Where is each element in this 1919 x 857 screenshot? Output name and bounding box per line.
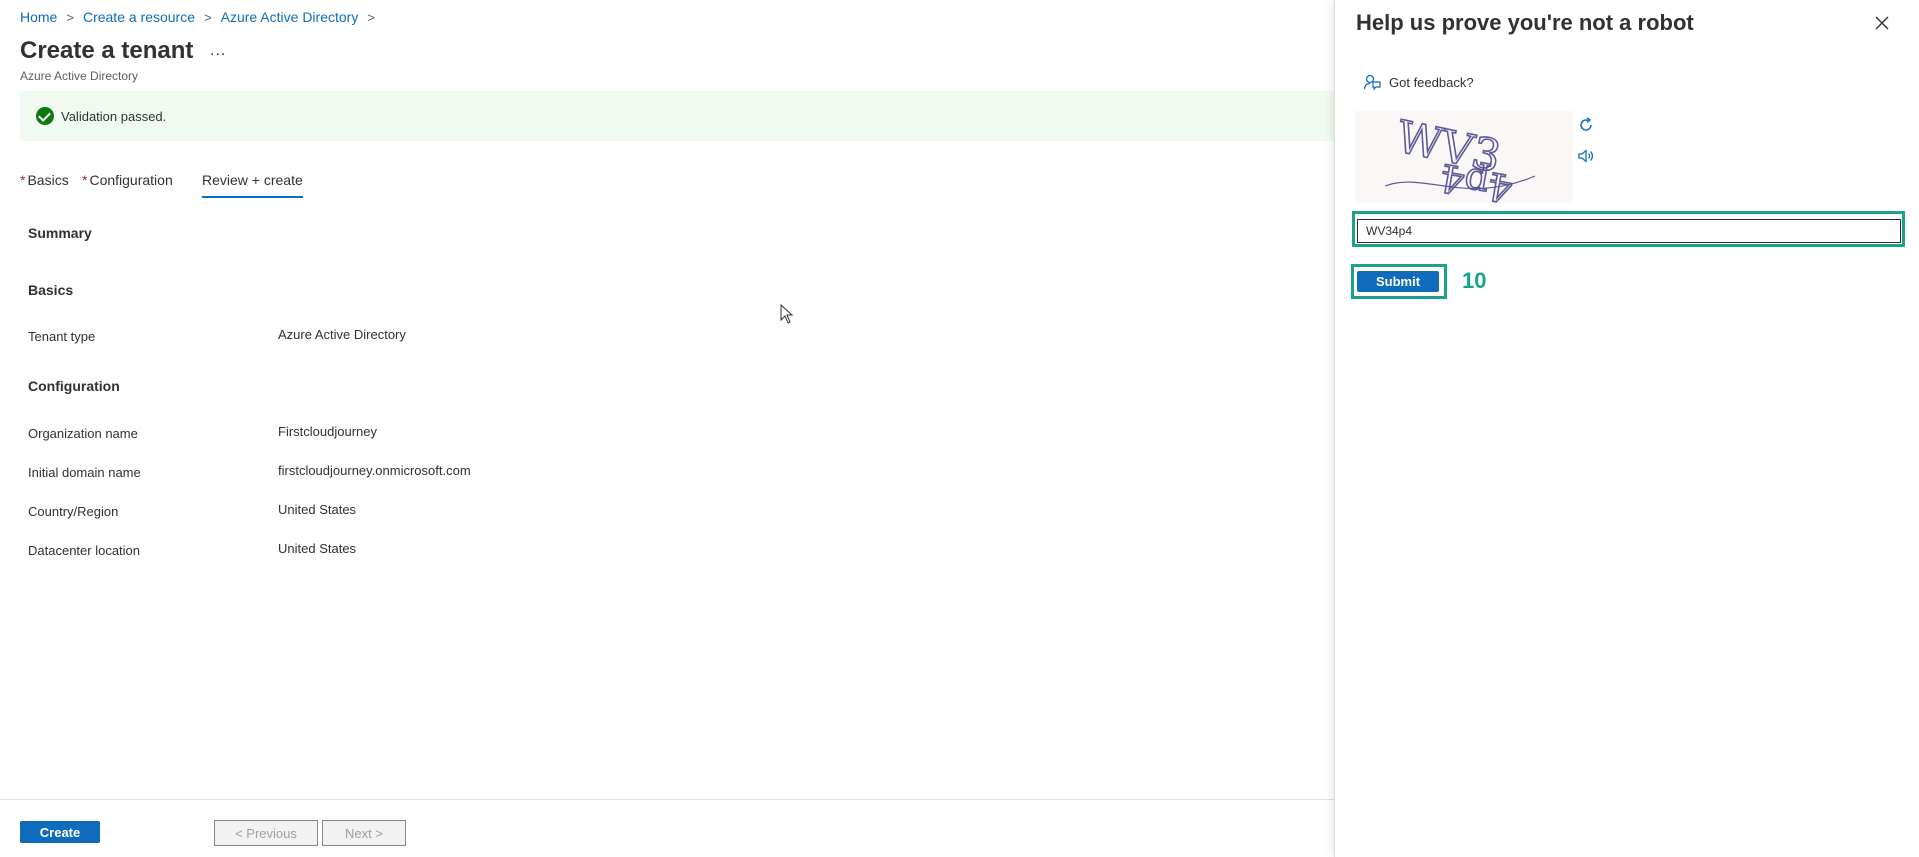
validation-text: Validation passed. [61, 109, 167, 124]
summary-value: Azure Active Directory [278, 327, 406, 342]
captcha-graphic: WV3 4p4 [1384, 111, 1536, 212]
summary-label: Initial domain name [28, 465, 141, 480]
summary-value: Firstcloudjourney [278, 424, 377, 439]
footer-divider [0, 799, 1334, 800]
feedback-label: Got feedback? [1389, 74, 1474, 90]
page-subtitle: Azure Active Directory [20, 69, 139, 83]
captcha-input[interactable] [1357, 219, 1901, 243]
summary-label: Country/Region [28, 504, 119, 519]
chevron-right-icon: > [66, 9, 74, 25]
active-tab-indicator [202, 196, 303, 198]
captcha-distorted-text-bottom: 4p4 [1437, 155, 1516, 203]
audio-icon[interactable] [1576, 146, 1596, 166]
captcha-panel: Help us prove you're not a robot Got fee… [1334, 0, 1919, 857]
breadcrumb-create-resource[interactable]: Create a resource [83, 9, 195, 25]
breadcrumb: Home > Create a resource > Azure Active … [20, 9, 384, 25]
tab-label: Review + create [202, 172, 303, 188]
submit-button[interactable]: Submit [1357, 271, 1439, 292]
page-title: Create a tenant [20, 37, 194, 64]
create-button[interactable]: Create [20, 821, 100, 843]
tab-label: Configuration [89, 172, 173, 188]
chevron-right-icon: > [367, 9, 375, 25]
chevron-right-icon: > [204, 9, 212, 25]
close-icon[interactable] [1873, 14, 1891, 32]
validation-banner: Validation passed. [20, 91, 1334, 141]
check-circle-icon [36, 107, 54, 125]
panel-title: Help us prove you're not a robot [1356, 10, 1694, 35]
tab-basics[interactable]: * Basics [20, 172, 69, 188]
required-marker: * [20, 172, 26, 188]
feedback-link[interactable]: Got feedback? [1363, 73, 1474, 91]
refresh-icon[interactable] [1576, 115, 1596, 135]
summary-heading: Summary [28, 225, 92, 241]
summary-label: Organization name [28, 426, 138, 441]
feedback-icon [1363, 74, 1381, 91]
next-button[interactable]: Next > [322, 820, 406, 846]
required-marker: * [82, 172, 88, 188]
basics-heading: Basics [28, 282, 74, 298]
summary-label: Datacenter location [28, 543, 141, 558]
breadcrumb-home[interactable]: Home [20, 9, 57, 25]
summary-value: United States [278, 502, 357, 517]
previous-button[interactable]: < Previous [214, 820, 318, 846]
captcha-image: WV3 4p4 [1355, 111, 1573, 212]
configuration-heading: Configuration [28, 378, 120, 394]
tab-configuration[interactable]: * Configuration [82, 172, 173, 188]
step-number-annotation: 10 [1462, 268, 1487, 293]
more-options-button[interactable]: ... [210, 42, 226, 60]
summary-value: United States [278, 541, 357, 556]
tab-label: Basics [27, 172, 69, 188]
tab-review-create[interactable]: Review + create [202, 172, 303, 188]
mouse-cursor-icon [780, 304, 794, 324]
summary-label: Tenant type [28, 329, 96, 344]
breadcrumb-azure-ad[interactable]: Azure Active Directory [221, 9, 359, 25]
summary-value: firstcloudjourney.onmicrosoft.com [278, 463, 471, 478]
